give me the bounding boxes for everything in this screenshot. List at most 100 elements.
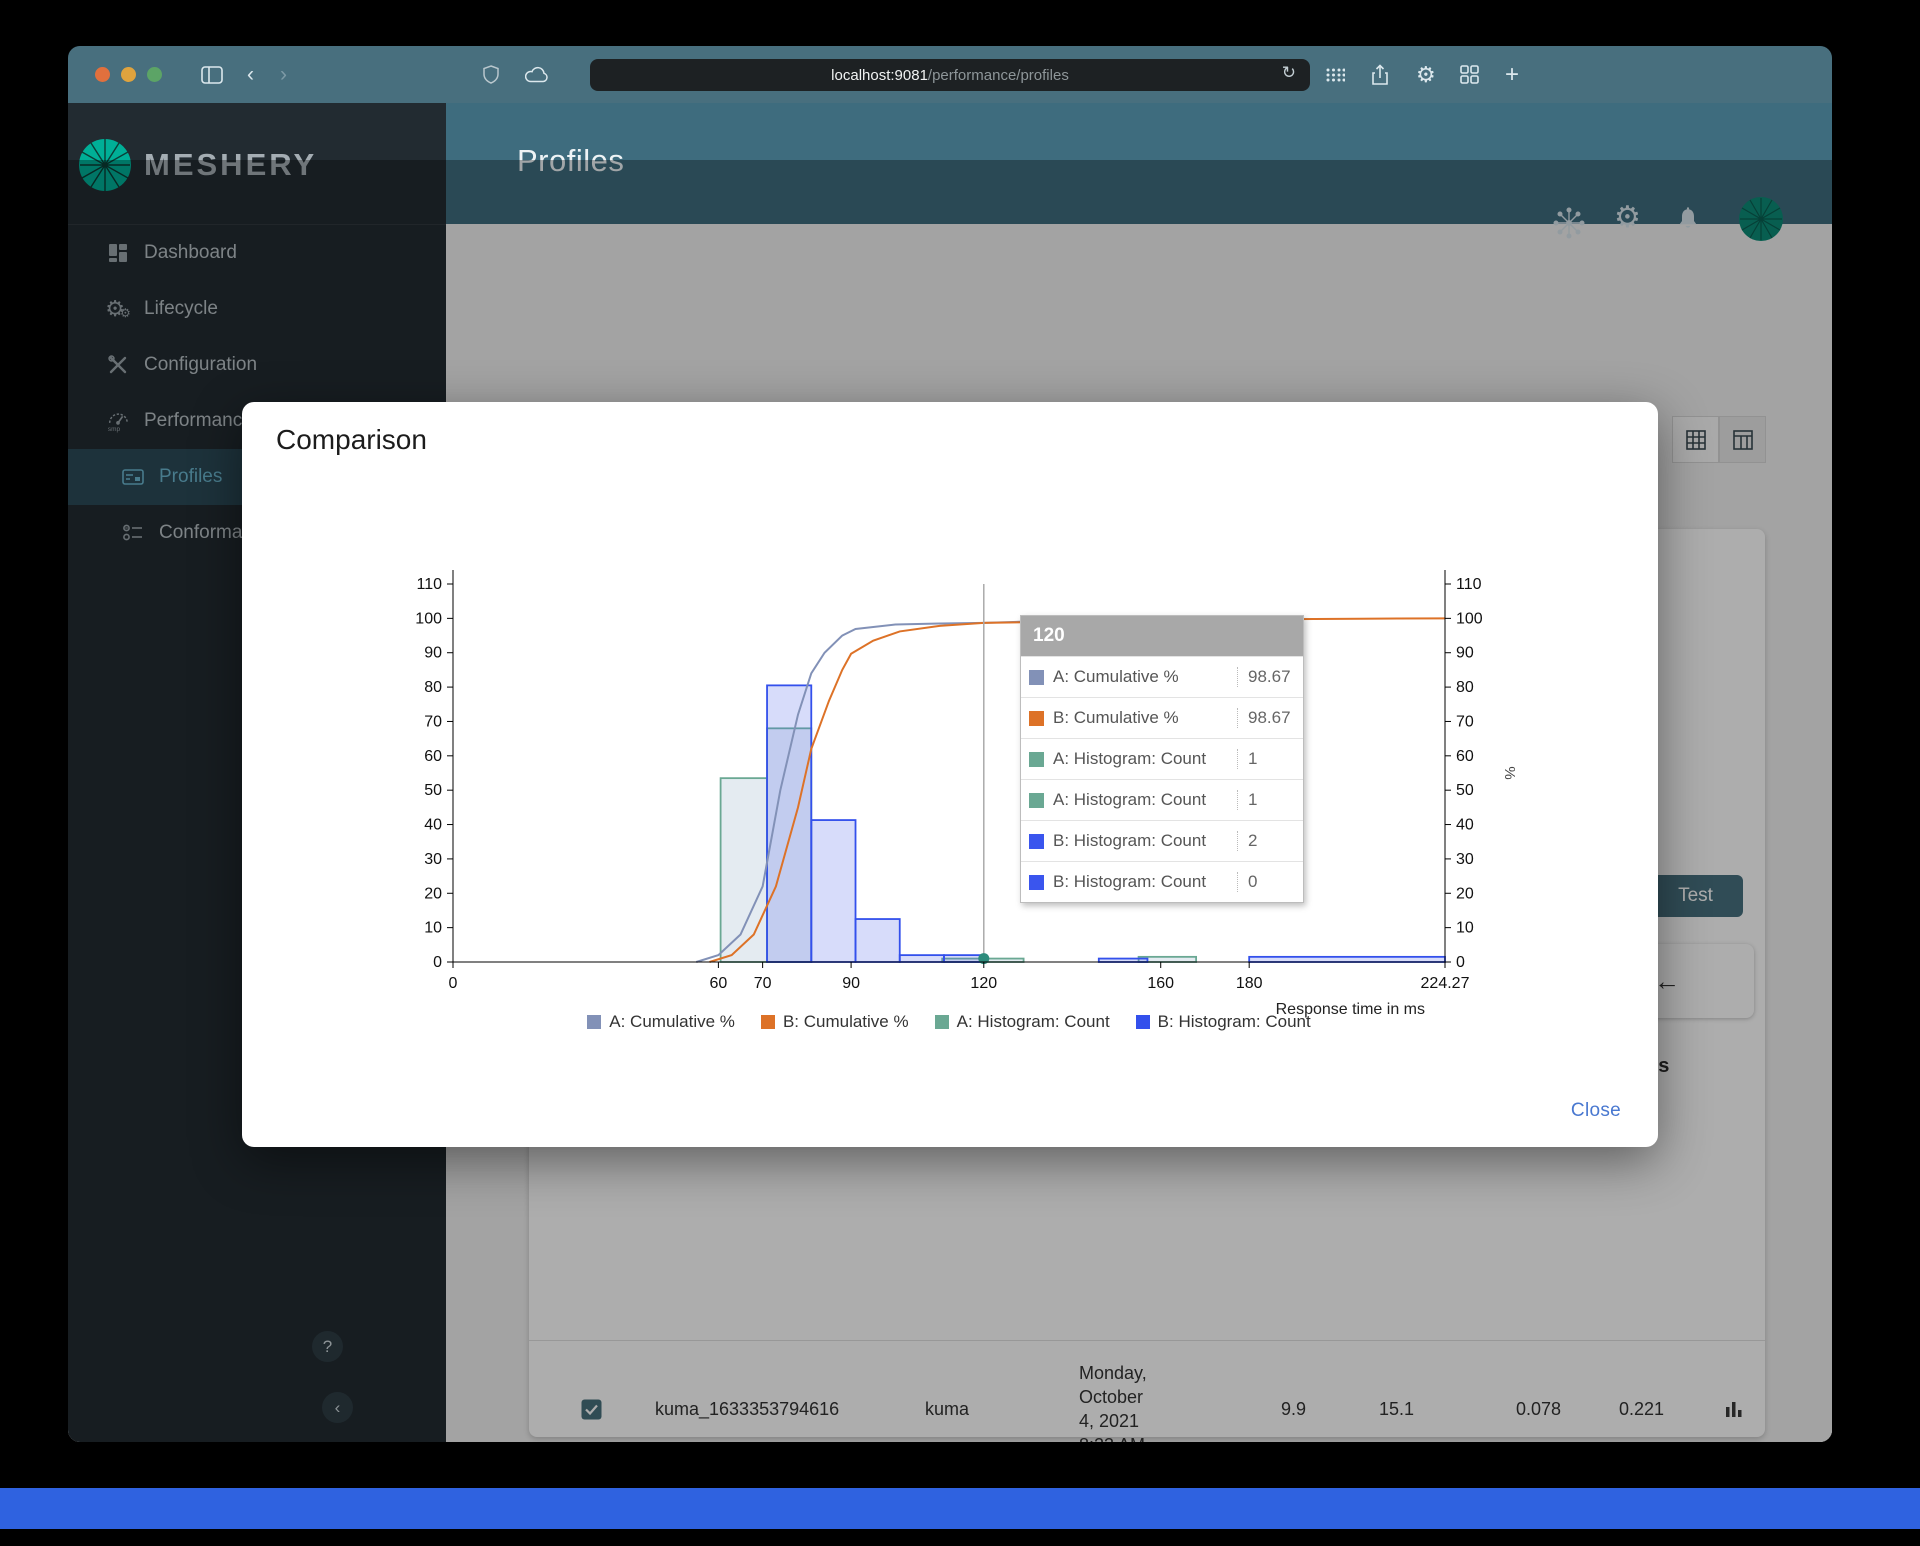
y-tick-label: 90 (1456, 645, 1474, 662)
extensions-grid-icon[interactable] (1326, 68, 1345, 82)
y-tick-label: 70 (424, 713, 442, 730)
desktop-background: ‹ › localhost:9081/performance/profiles … (0, 0, 1920, 1546)
legend-label: A: Histogram: Count (956, 1012, 1110, 1031)
y-tick-label: 50 (1456, 782, 1474, 799)
new-tab-icon[interactable]: + (1505, 61, 1519, 89)
legend-item[interactable]: B: Histogram: Count (1135, 1012, 1311, 1032)
series-color-swatch (1029, 710, 1044, 726)
tooltip-series-label: A: Cumulative % (1053, 667, 1179, 686)
cloud-icon[interactable] (525, 66, 549, 83)
legend-label: B: Histogram: Count (1157, 1012, 1311, 1031)
back-icon[interactable]: ‹ (247, 63, 254, 87)
y-tick-label: 80 (1456, 679, 1474, 696)
shield-icon[interactable] (483, 65, 499, 84)
y-tick-label: 60 (1456, 748, 1474, 765)
y-tick-label: 30 (424, 851, 442, 868)
histogram-bar (982, 957, 1025, 963)
legend-label: B: Cumulative % (782, 1012, 909, 1031)
tooltip-row: B: Histogram: Count 2 (1021, 820, 1303, 861)
series-color-swatch (1029, 669, 1044, 685)
y-tick-label: 20 (1456, 885, 1474, 902)
tooltip-series-value: 98.67 (1237, 667, 1303, 687)
chart-legend: A: Cumulative % B: Cumulative % A: Histogr… (453, 1012, 1445, 1032)
y-tick-label: 0 (1456, 954, 1465, 971)
y-tick-label: 0 (433, 954, 442, 971)
histogram-bar (943, 954, 985, 963)
tooltip-series-value: 1 (1237, 749, 1303, 769)
settings-gear-icon[interactable]: ⚙ (1416, 62, 1436, 88)
y-tick-label: 110 (1456, 576, 1482, 593)
y-tick-label: 100 (415, 610, 442, 627)
x-tick-label: 160 (1147, 975, 1174, 992)
histogram-bar (719, 777, 768, 963)
histogram-bar (1097, 957, 1149, 963)
taskbar-strip (0, 1488, 1920, 1529)
x-tick-label: 70 (754, 975, 772, 992)
series-color-swatch (1029, 792, 1044, 808)
sidebar-toggle-icon[interactable] (201, 65, 223, 84)
close-window-button[interactable] (95, 67, 110, 82)
comparison-modal: Comparison 0 0 10 10 20 20 30 30 40 40 50 50 60 60 70 7… (242, 402, 1658, 1147)
y-axis-right-label: % (1501, 766, 1518, 779)
forward-icon[interactable]: › (280, 63, 287, 87)
legend-swatch (587, 1015, 602, 1029)
comparison-chart: 0 010 1020 2030 3040 4050 5060 6070 7080 8090 9010… (415, 570, 1518, 1018)
tooltip-row: B: Cumulative % 98.67 (1021, 697, 1303, 738)
address-bar[interactable]: localhost:9081/performance/profiles ↻ (590, 59, 1310, 91)
y-tick-label: 40 (1456, 817, 1474, 834)
tooltip-row: A: Histogram: Count 1 (1021, 738, 1303, 779)
y-tick-label: 50 (424, 782, 442, 799)
legend-swatch (934, 1015, 949, 1029)
legend-label: A: Cumulative % (609, 1012, 735, 1031)
series-color-swatch (1029, 833, 1044, 849)
tooltip-series-value: 0 (1237, 872, 1303, 892)
tooltip-series-label: A: Histogram: Count (1053, 749, 1207, 768)
close-button[interactable]: Close (1565, 1099, 1627, 1123)
y-tick-label: 70 (1456, 713, 1474, 730)
y-tick-label: 10 (1456, 920, 1474, 937)
tooltip-series-value: 2 (1237, 831, 1303, 851)
y-tick-label: 40 (424, 817, 442, 834)
tooltip-series-label: B: Histogram: Count (1053, 831, 1207, 850)
x-tick-label: 60 (709, 975, 727, 992)
zoom-window-button[interactable] (147, 67, 162, 82)
y-tick-label: 20 (424, 885, 442, 902)
y-tick-label: 100 (1456, 610, 1483, 627)
tooltip-series-label: B: Histogram: Count (1053, 872, 1207, 891)
y-tick-label: 90 (424, 645, 442, 662)
tooltip-row: B: Histogram: Count 0 (1021, 861, 1303, 902)
y-tick-label: 110 (416, 576, 442, 593)
legend-item[interactable]: A: Histogram: Count (934, 1012, 1110, 1032)
tooltip-header: 120 (1021, 616, 1303, 656)
share-icon[interactable] (1371, 63, 1389, 86)
legend-item[interactable]: A: Cumulative % (587, 1012, 735, 1032)
y-tick-label: 80 (424, 679, 442, 696)
histogram-bar (1248, 955, 1446, 963)
url-host: localhost:9081 (831, 66, 928, 84)
refresh-icon[interactable]: ↻ (1282, 63, 1296, 83)
url-path: /performance/profiles (927, 66, 1069, 84)
x-tick-label: 224.27 (1421, 975, 1470, 992)
x-tick-label: 120 (970, 975, 997, 992)
tooltip-series-label: A: Histogram: Count (1053, 790, 1207, 809)
x-tick-label: 90 (842, 975, 860, 992)
window-controls (95, 67, 173, 82)
y-tick-label: 30 (1456, 851, 1474, 868)
tab-overview-icon[interactable] (1460, 65, 1479, 84)
legend-swatch (1135, 1015, 1150, 1029)
legend-item[interactable]: B: Cumulative % (760, 1012, 909, 1032)
legend-swatch (760, 1015, 775, 1029)
minimize-window-button[interactable] (121, 67, 136, 82)
tooltip-series-label: B: Cumulative % (1053, 708, 1179, 727)
tooltip-series-value: 98.67 (1237, 708, 1303, 728)
tooltip-series-value: 1 (1237, 790, 1303, 810)
histogram-bar (810, 819, 857, 963)
browser-window: ‹ › localhost:9081/performance/profiles … (68, 46, 1832, 1442)
histogram-bar (854, 918, 901, 963)
y-tick-label: 60 (424, 748, 442, 765)
chart-tooltip: 120 A: Cumulative % 98.67 B: Cumulative % 9… (1020, 615, 1304, 903)
tooltip-row: A: Cumulative % 98.67 (1021, 656, 1303, 697)
x-tick-label: 0 (449, 975, 458, 992)
series-color-swatch (1029, 874, 1044, 890)
x-tick-label: 180 (1236, 975, 1263, 992)
